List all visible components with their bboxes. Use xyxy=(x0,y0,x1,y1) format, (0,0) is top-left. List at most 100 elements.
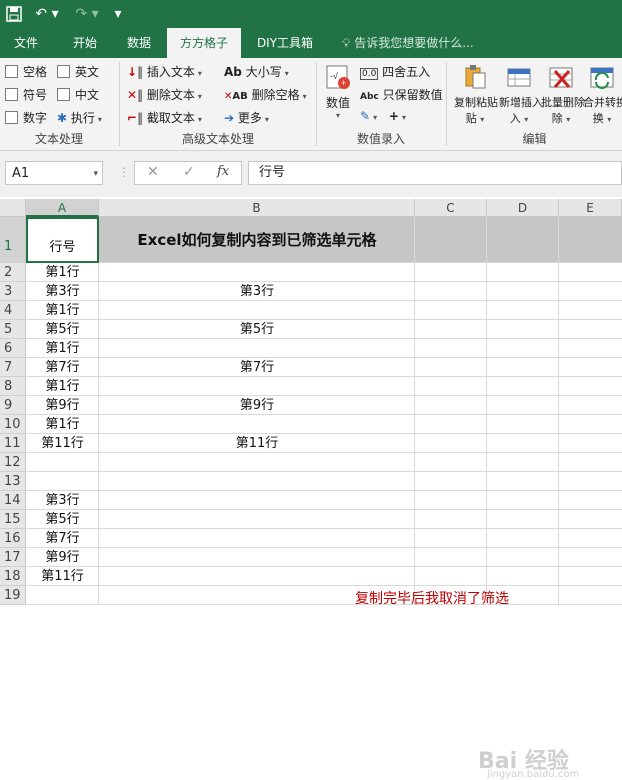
case-button[interactable]: Ab 大小写 ▾ xyxy=(224,63,289,80)
row-header[interactable]: 2 xyxy=(0,263,26,282)
cell-a[interactable]: 第5行 xyxy=(26,320,99,339)
cell-a[interactable]: 第7行 xyxy=(26,358,99,377)
cell-a[interactable] xyxy=(26,472,99,491)
check-english[interactable]: 英文 xyxy=(57,63,99,80)
cell-a[interactable]: 第1行 xyxy=(26,339,99,358)
row-header[interactable]: 7 xyxy=(0,358,26,377)
cell-b[interactable] xyxy=(99,472,415,491)
keep-numeric-button[interactable]: Abc 只保留数值 xyxy=(360,86,443,103)
copy-paste-button[interactable]: 复制粘贴 贴 ▾ xyxy=(454,63,498,126)
row-header[interactable]: 6 xyxy=(0,339,26,358)
cell-a[interactable]: 第1行 xyxy=(26,263,99,282)
cell-b[interactable] xyxy=(99,567,415,586)
insert-text-button[interactable]: ↓‖ 插入文本 ▾ xyxy=(127,63,202,80)
more-button[interactable]: ➔ 更多 ▾ xyxy=(224,109,269,126)
add-insert-button[interactable]: 新增插入 入 ▾ xyxy=(499,63,543,126)
cell-a[interactable]: 第9行 xyxy=(26,548,99,567)
cell-a[interactable] xyxy=(26,586,99,605)
cell-a[interactable]: 第7行 xyxy=(26,529,99,548)
numeric-edit-button[interactable]: ✎ ▾ + ▾ xyxy=(360,109,406,123)
tell-me-box[interactable]: 💡︎ 告诉我您想要做什么... xyxy=(342,28,474,58)
column-header-c[interactable]: C xyxy=(415,199,487,217)
check-number[interactable]: 数字 xyxy=(5,109,47,126)
splitter-dots-icon[interactable]: ⋮ xyxy=(118,165,130,179)
title-cell[interactable]: Excel如何复制内容到已筛选单元格 xyxy=(99,217,415,263)
delete-space-button[interactable]: ✕AB 删除空格 ▾ xyxy=(224,86,307,103)
cell-a[interactable]: 第11行 xyxy=(26,567,99,586)
tab-fangfang[interactable]: 方方格子 xyxy=(167,28,241,58)
execute-button[interactable]: ✱ 执行 ▾ xyxy=(57,109,102,126)
undo-icon[interactable]: ↶ ▾ xyxy=(32,4,62,24)
fx-icon[interactable]: fx xyxy=(217,164,229,179)
cell-a[interactable]: 第9行 xyxy=(26,396,99,415)
column-header-d[interactable]: D xyxy=(487,199,559,217)
customize-qat-icon[interactable]: ▾ xyxy=(108,4,128,24)
cell-b[interactable]: 第7行 xyxy=(99,358,415,377)
cell-b[interactable]: 第11行 xyxy=(99,434,415,453)
row-header[interactable]: 4 xyxy=(0,301,26,320)
cell-a[interactable]: 第1行 xyxy=(26,301,99,320)
row-header[interactable]: 16 xyxy=(0,529,26,548)
tab-data[interactable]: 数据 xyxy=(116,28,162,58)
row-header[interactable]: 14 xyxy=(0,491,26,510)
cell-b[interactable] xyxy=(99,339,415,358)
check-space[interactable]: 空格 xyxy=(5,63,47,80)
column-header-a[interactable]: A xyxy=(26,199,99,217)
row-header[interactable]: 17 xyxy=(0,548,26,567)
batch-delete-button[interactable]: 批量删除 除 ▾ xyxy=(541,63,585,126)
tab-home[interactable]: 开始 xyxy=(62,28,108,58)
row-header[interactable]: 1 xyxy=(0,217,26,263)
row-header[interactable]: 18 xyxy=(0,567,26,586)
cell-a[interactable]: 第1行 xyxy=(26,377,99,396)
cell-a[interactable]: 第3行 xyxy=(26,491,99,510)
cell-b[interactable] xyxy=(99,491,415,510)
cell-b[interactable] xyxy=(99,415,415,434)
row-header[interactable]: 11 xyxy=(0,434,26,453)
enter-icon[interactable]: ✓ xyxy=(183,164,195,180)
cell-b[interactable] xyxy=(99,453,415,472)
tab-diy[interactable]: DIY工具箱 xyxy=(250,28,320,58)
cancel-icon[interactable]: ✕ xyxy=(147,164,159,180)
cell-b[interactable]: 第9行 xyxy=(99,396,415,415)
cell-b[interactable] xyxy=(99,263,415,282)
row-header[interactable]: 19 xyxy=(0,586,26,605)
row-header[interactable]: 3 xyxy=(0,282,26,301)
cell-b[interactable] xyxy=(99,548,415,567)
cell-a[interactable]: 第1行 xyxy=(26,415,99,434)
row-header[interactable]: 10 xyxy=(0,415,26,434)
cell-b[interactable] xyxy=(99,301,415,320)
tab-file[interactable]: 文件 xyxy=(4,28,48,58)
row-header[interactable]: 5 xyxy=(0,320,26,339)
round-button[interactable]: 0.0 四舍五入 xyxy=(360,63,430,80)
cell-b[interactable] xyxy=(99,510,415,529)
column-header-b[interactable]: B xyxy=(99,199,415,217)
cell-a[interactable]: 第5行 xyxy=(26,510,99,529)
redo-icon[interactable]: ↷ ▾ xyxy=(72,4,102,24)
check-chinese[interactable]: 中文 xyxy=(57,86,99,103)
select-all-corner[interactable] xyxy=(0,199,26,217)
row-header[interactable]: 13 xyxy=(0,472,26,491)
save-icon[interactable] xyxy=(4,4,24,24)
numeric-button[interactable]: -√ + 数值 ▾ xyxy=(323,63,353,125)
cell-b[interactable]: 第5行 xyxy=(99,320,415,339)
merge-convert-button[interactable]: 合并转换 换 ▾ xyxy=(583,63,622,126)
column-header-e[interactable]: E xyxy=(559,199,622,217)
extract-text-button[interactable]: ⌐‖ 截取文本 ▾ xyxy=(127,109,202,126)
cell-b[interactable] xyxy=(99,529,415,548)
active-cell-a1[interactable] xyxy=(26,217,99,263)
chevron-down-icon[interactable]: ▾ xyxy=(93,162,98,186)
formula-input[interactable]: 行号 xyxy=(248,161,622,185)
cell-a[interactable]: 第3行 xyxy=(26,282,99,301)
row-header[interactable]: 9 xyxy=(0,396,26,415)
check-symbol[interactable]: 符号 xyxy=(5,86,47,103)
name-box[interactable]: A1 ▾ xyxy=(5,161,103,185)
cell-a[interactable] xyxy=(26,453,99,472)
row-header[interactable]: 8 xyxy=(0,377,26,396)
row-header[interactable]: 12 xyxy=(0,453,26,472)
cell-a[interactable]: 第11行 xyxy=(26,434,99,453)
cell-b[interactable] xyxy=(99,377,415,396)
row-header[interactable]: 15 xyxy=(0,510,26,529)
spreadsheet-grid: A B C D E Excel如何复制内容到已筛选单元格 1 行号 2 第1行 3 第3行… xyxy=(0,199,622,780)
delete-text-button[interactable]: ✕‖ 删除文本 ▾ xyxy=(127,86,202,103)
cell-b[interactable]: 第3行 xyxy=(99,282,415,301)
